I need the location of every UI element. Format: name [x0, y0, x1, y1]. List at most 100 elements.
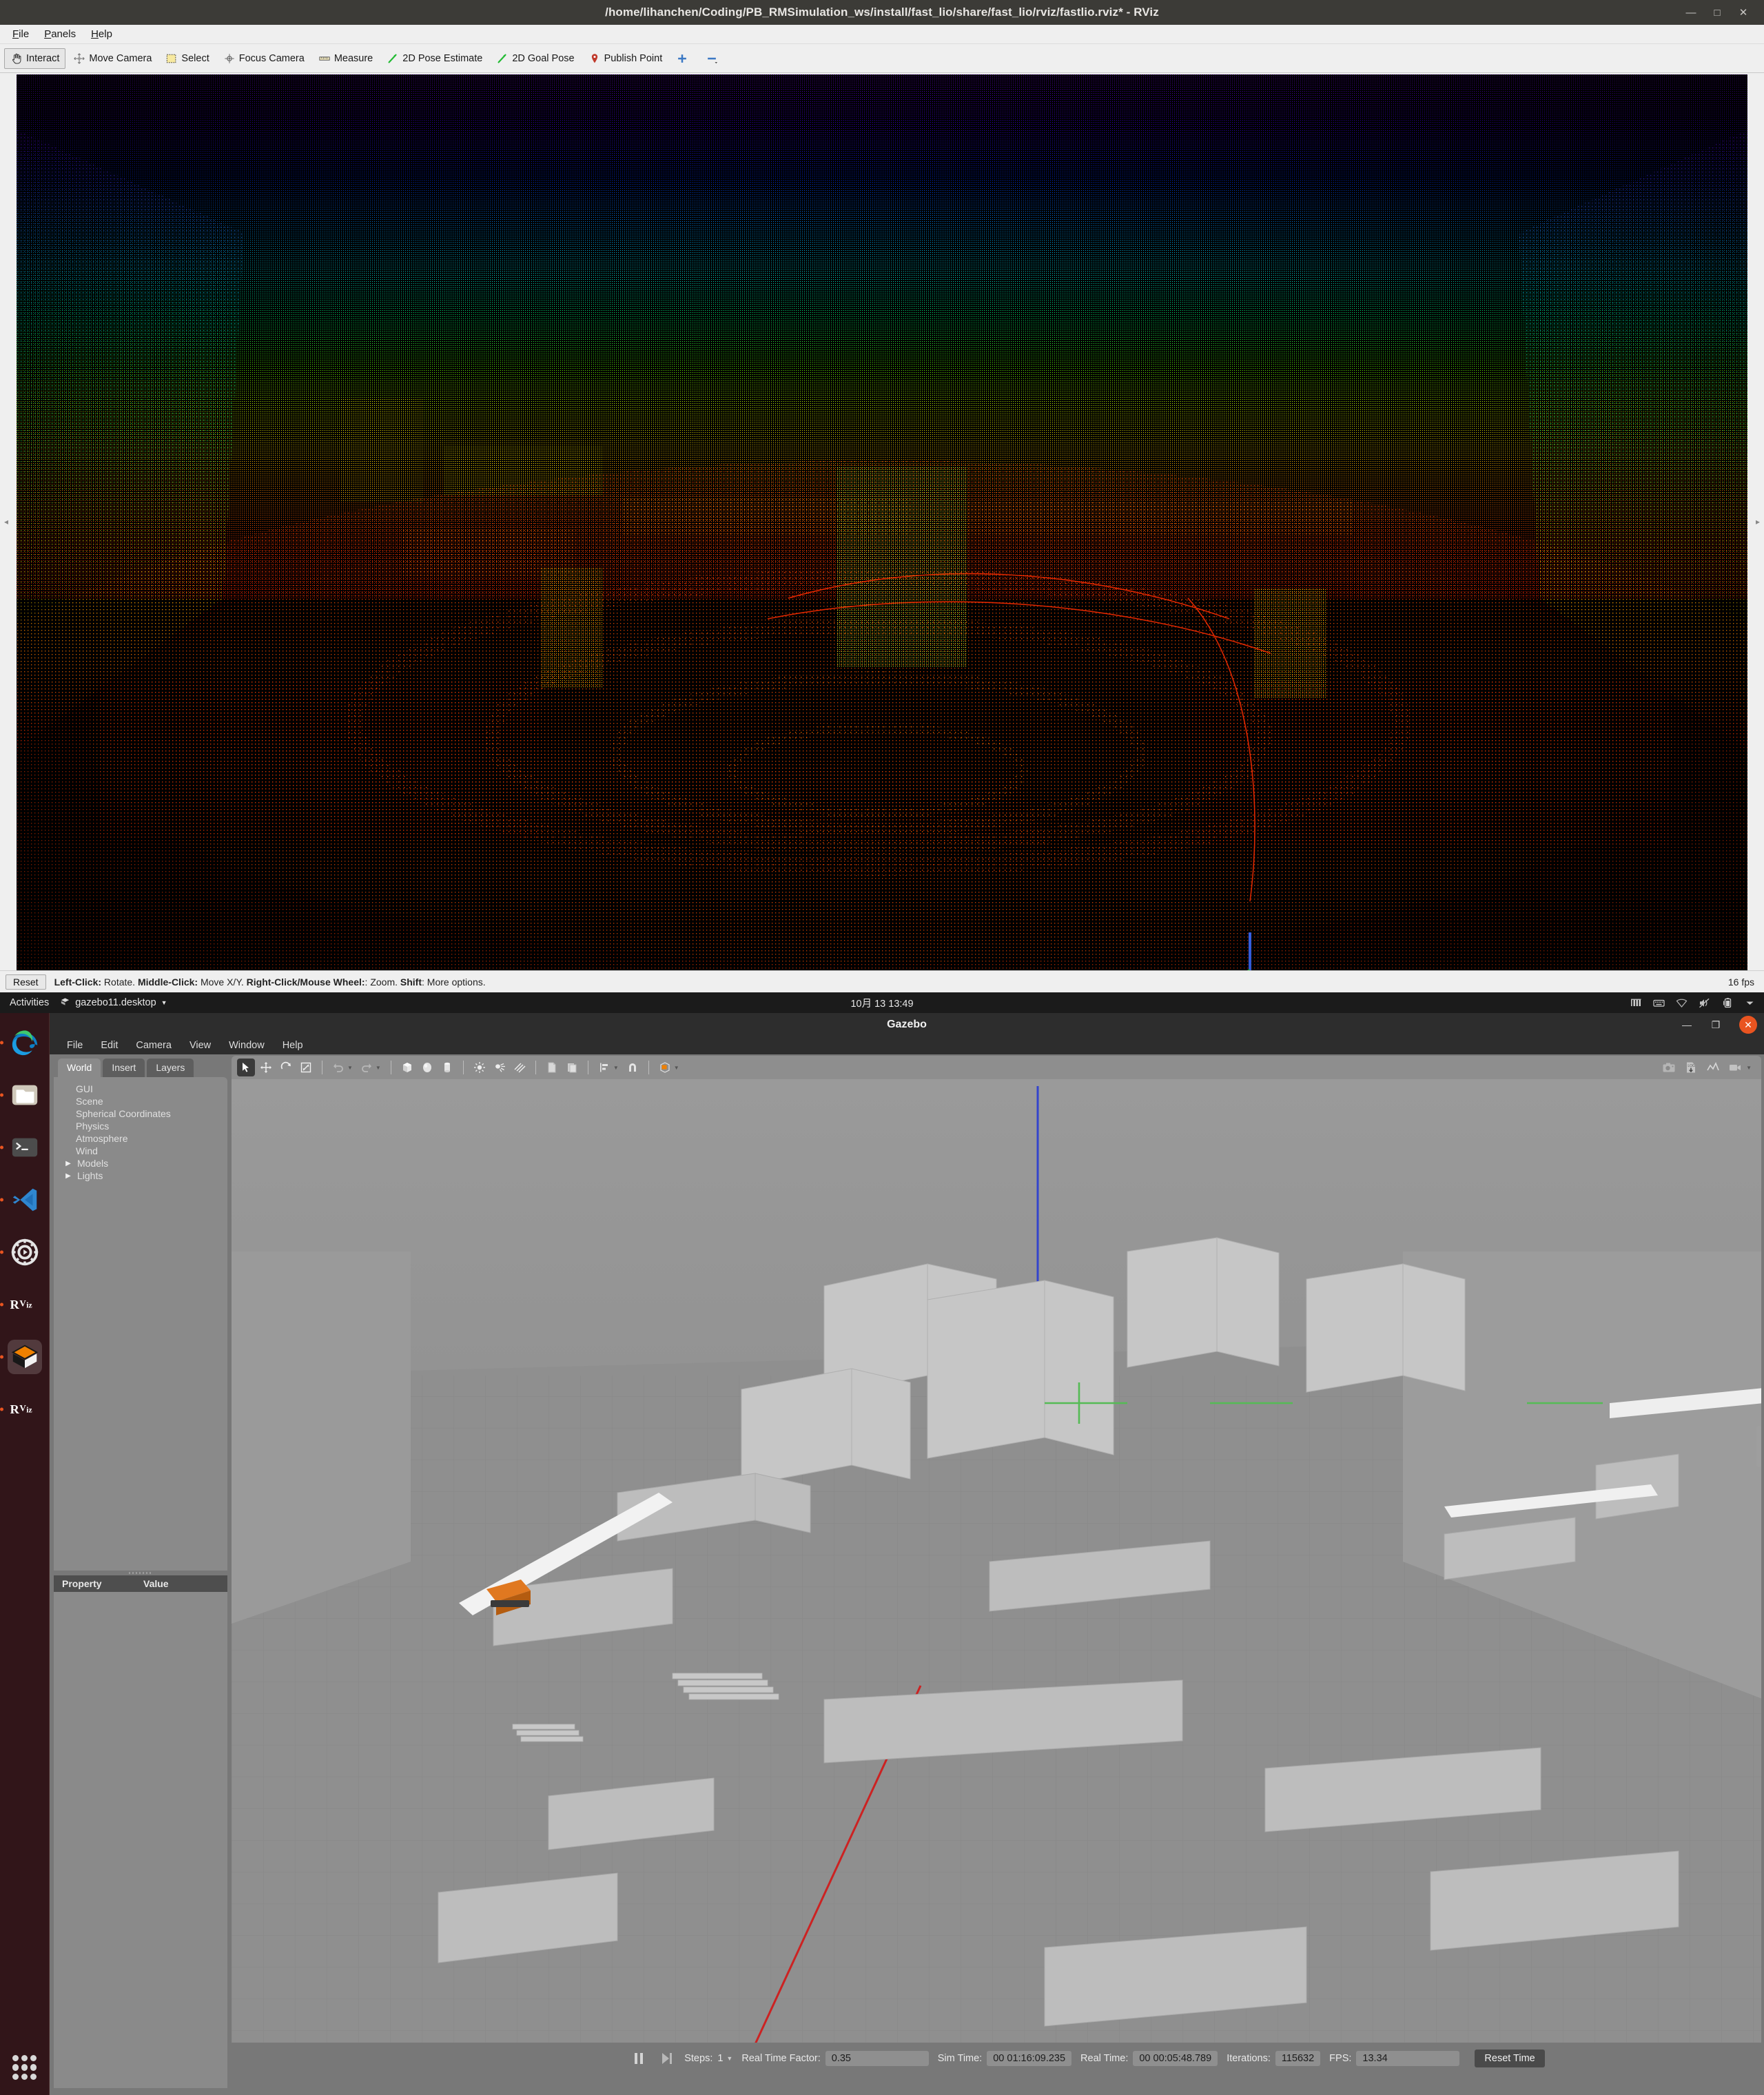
dock-item-edge-browser[interactable]: [8, 1025, 42, 1060]
reset-time-button[interactable]: Reset Time: [1475, 2050, 1544, 2067]
wifi-icon[interactable]: [1676, 997, 1688, 1009]
scale-icon[interactable]: [297, 1059, 315, 1076]
view-angle-icon[interactable]: [656, 1059, 674, 1076]
directional-light-icon[interactable]: [511, 1059, 529, 1076]
spot-light-icon[interactable]: [491, 1059, 509, 1076]
gazebo-3d-scene[interactable]: [232, 1079, 1761, 2043]
rviz-right-dock-handle[interactable]: ▸: [1756, 517, 1760, 527]
rviz-close-button[interactable]: ✕: [1738, 8, 1749, 18]
toolbar-separator: [648, 1061, 649, 1074]
gz-menu-camera[interactable]: Camera: [128, 1039, 179, 1052]
gz-menu-edit[interactable]: Edit: [93, 1039, 125, 1052]
app-menu-indicator[interactable]: gazebo11.desktop ▼: [60, 997, 167, 1010]
dock-item-rviz-2[interactable]: R V iz: [8, 1392, 42, 1427]
undo-dropdown-icon[interactable]: ▼: [347, 1065, 353, 1071]
dock-item-files[interactable]: [8, 1078, 42, 1112]
select-mode-icon[interactable]: [237, 1059, 255, 1076]
menu-panels[interactable]: Panels: [37, 26, 83, 42]
panel-clock[interactable]: 10月 13 13:49: [0, 996, 1764, 1010]
battery-icon[interactable]: [1721, 997, 1733, 1009]
tab-layers[interactable]: Layers: [147, 1059, 194, 1077]
panel-splitter[interactable]: [54, 1571, 227, 1575]
tree-item-wind[interactable]: Wind: [63, 1145, 227, 1157]
menu-help[interactable]: Help: [84, 26, 119, 42]
gz-menu-view[interactable]: View: [182, 1039, 218, 1052]
undo-icon[interactable]: [329, 1059, 347, 1076]
box-icon[interactable]: [398, 1059, 416, 1076]
gz-menu-help[interactable]: Help: [275, 1039, 311, 1052]
tree-item-models[interactable]: ▶ Models: [63, 1157, 227, 1169]
steps-value[interactable]: 1: [717, 2053, 723, 2064]
tool-select[interactable]: Select: [159, 48, 215, 69]
tree-item-physics[interactable]: Physics: [63, 1120, 227, 1132]
rviz-maximize-button[interactable]: □: [1712, 8, 1723, 18]
tool-publish-point[interactable]: Publish Point: [582, 48, 669, 69]
volume-muted-icon[interactable]: [1699, 997, 1710, 1009]
paste-icon[interactable]: [563, 1059, 581, 1076]
activities-button[interactable]: Activities: [0, 997, 60, 1008]
chevron-right-icon[interactable]: ▶: [63, 1172, 73, 1180]
dock-item-rviz-1[interactable]: R V iz: [8, 1287, 42, 1322]
plot-icon[interactable]: [1704, 1059, 1722, 1076]
tool-2d-goal-pose-label: 2D Goal Pose: [512, 53, 574, 64]
rviz-minimize-button[interactable]: —: [1685, 8, 1696, 18]
tool-move-camera[interactable]: Move Camera: [67, 48, 158, 69]
sphere-icon[interactable]: [418, 1059, 436, 1076]
chevron-down-icon[interactable]: [1744, 997, 1756, 1009]
chevron-right-icon[interactable]: ▶: [63, 1160, 73, 1167]
svg-text:R: R: [10, 1402, 19, 1416]
toolbar-separator: [463, 1061, 464, 1074]
align-icon[interactable]: [595, 1059, 613, 1076]
gazebo-maximize-button[interactable]: ❐: [1710, 1019, 1721, 1031]
menu-panels-rest: anels: [51, 28, 76, 40]
view-angle-dropdown-icon[interactable]: ▼: [674, 1065, 679, 1071]
translate-icon[interactable]: [257, 1059, 275, 1076]
redo-icon[interactable]: [358, 1059, 376, 1076]
rotate-icon[interactable]: [277, 1059, 295, 1076]
dock-item-vscode[interactable]: [8, 1183, 42, 1217]
steps-dropdown-icon[interactable]: ▼: [726, 2055, 732, 2062]
tool-add-display[interactable]: [670, 48, 698, 69]
copy-icon[interactable]: [543, 1059, 561, 1076]
tool-interact[interactable]: Interact: [4, 48, 65, 69]
tab-world[interactable]: World: [58, 1059, 101, 1077]
tree-item-lights[interactable]: ▶ Lights: [63, 1169, 227, 1182]
tool-2d-pose-estimate[interactable]: 2D Pose Estimate: [380, 48, 489, 69]
redo-dropdown-icon[interactable]: ▼: [376, 1065, 381, 1071]
tab-insert[interactable]: Insert: [103, 1059, 145, 1077]
align-dropdown-icon[interactable]: ▼: [613, 1065, 619, 1071]
video-record-icon[interactable]: [1726, 1059, 1744, 1076]
tree-item-gui[interactable]: GUI: [63, 1083, 227, 1095]
screenshot-icon[interactable]: [1660, 1059, 1678, 1076]
dock-item-terminal[interactable]: [8, 1130, 42, 1165]
gazebo-minimize-button[interactable]: —: [1681, 1019, 1692, 1030]
tool-2d-goal-pose[interactable]: 2D Goal Pose: [490, 48, 580, 69]
tree-item-scene[interactable]: Scene: [63, 1095, 227, 1107]
tree-item-atmosphere[interactable]: Atmosphere: [63, 1132, 227, 1145]
keyboard-icon[interactable]: [1653, 997, 1665, 1009]
gazebo-close-button[interactable]: ✕: [1739, 1016, 1757, 1034]
snap-icon[interactable]: [624, 1059, 642, 1076]
step-forward-icon[interactable]: [657, 2050, 675, 2067]
tool-remove-display[interactable]: [699, 48, 728, 69]
scene-scrollbar[interactable]: [1756, 1426, 1761, 1467]
gz-menu-window[interactable]: Window: [221, 1039, 272, 1052]
rviz-reset-button[interactable]: Reset: [6, 974, 46, 990]
pause-icon[interactable]: [630, 2050, 648, 2067]
video-dropdown-icon[interactable]: ▼: [1746, 1065, 1752, 1071]
cylinder-icon[interactable]: [438, 1059, 456, 1076]
show-applications-icon[interactable]: [12, 2055, 37, 2080]
tree-item-spherical-coordinates[interactable]: Spherical Coordinates: [63, 1107, 227, 1120]
log-icon[interactable]: LOG: [1682, 1059, 1700, 1076]
network-activity-icon[interactable]: [1630, 997, 1642, 1009]
gz-menu-file[interactable]: File: [59, 1039, 90, 1052]
gazebo-toolbar: ▼ ▼: [232, 1056, 1761, 1079]
tool-measure[interactable]: Measure: [312, 48, 379, 69]
dock-item-gazebo[interactable]: [8, 1340, 42, 1374]
point-light-icon[interactable]: [471, 1059, 489, 1076]
dock-item-gazebo-settings[interactable]: [8, 1235, 42, 1269]
rviz-3d-view[interactable]: [17, 74, 1747, 970]
tool-focus-camera[interactable]: Focus Camera: [217, 48, 311, 69]
menu-file[interactable]: File: [6, 26, 36, 42]
rviz-left-dock-handle[interactable]: ◂: [4, 517, 8, 527]
